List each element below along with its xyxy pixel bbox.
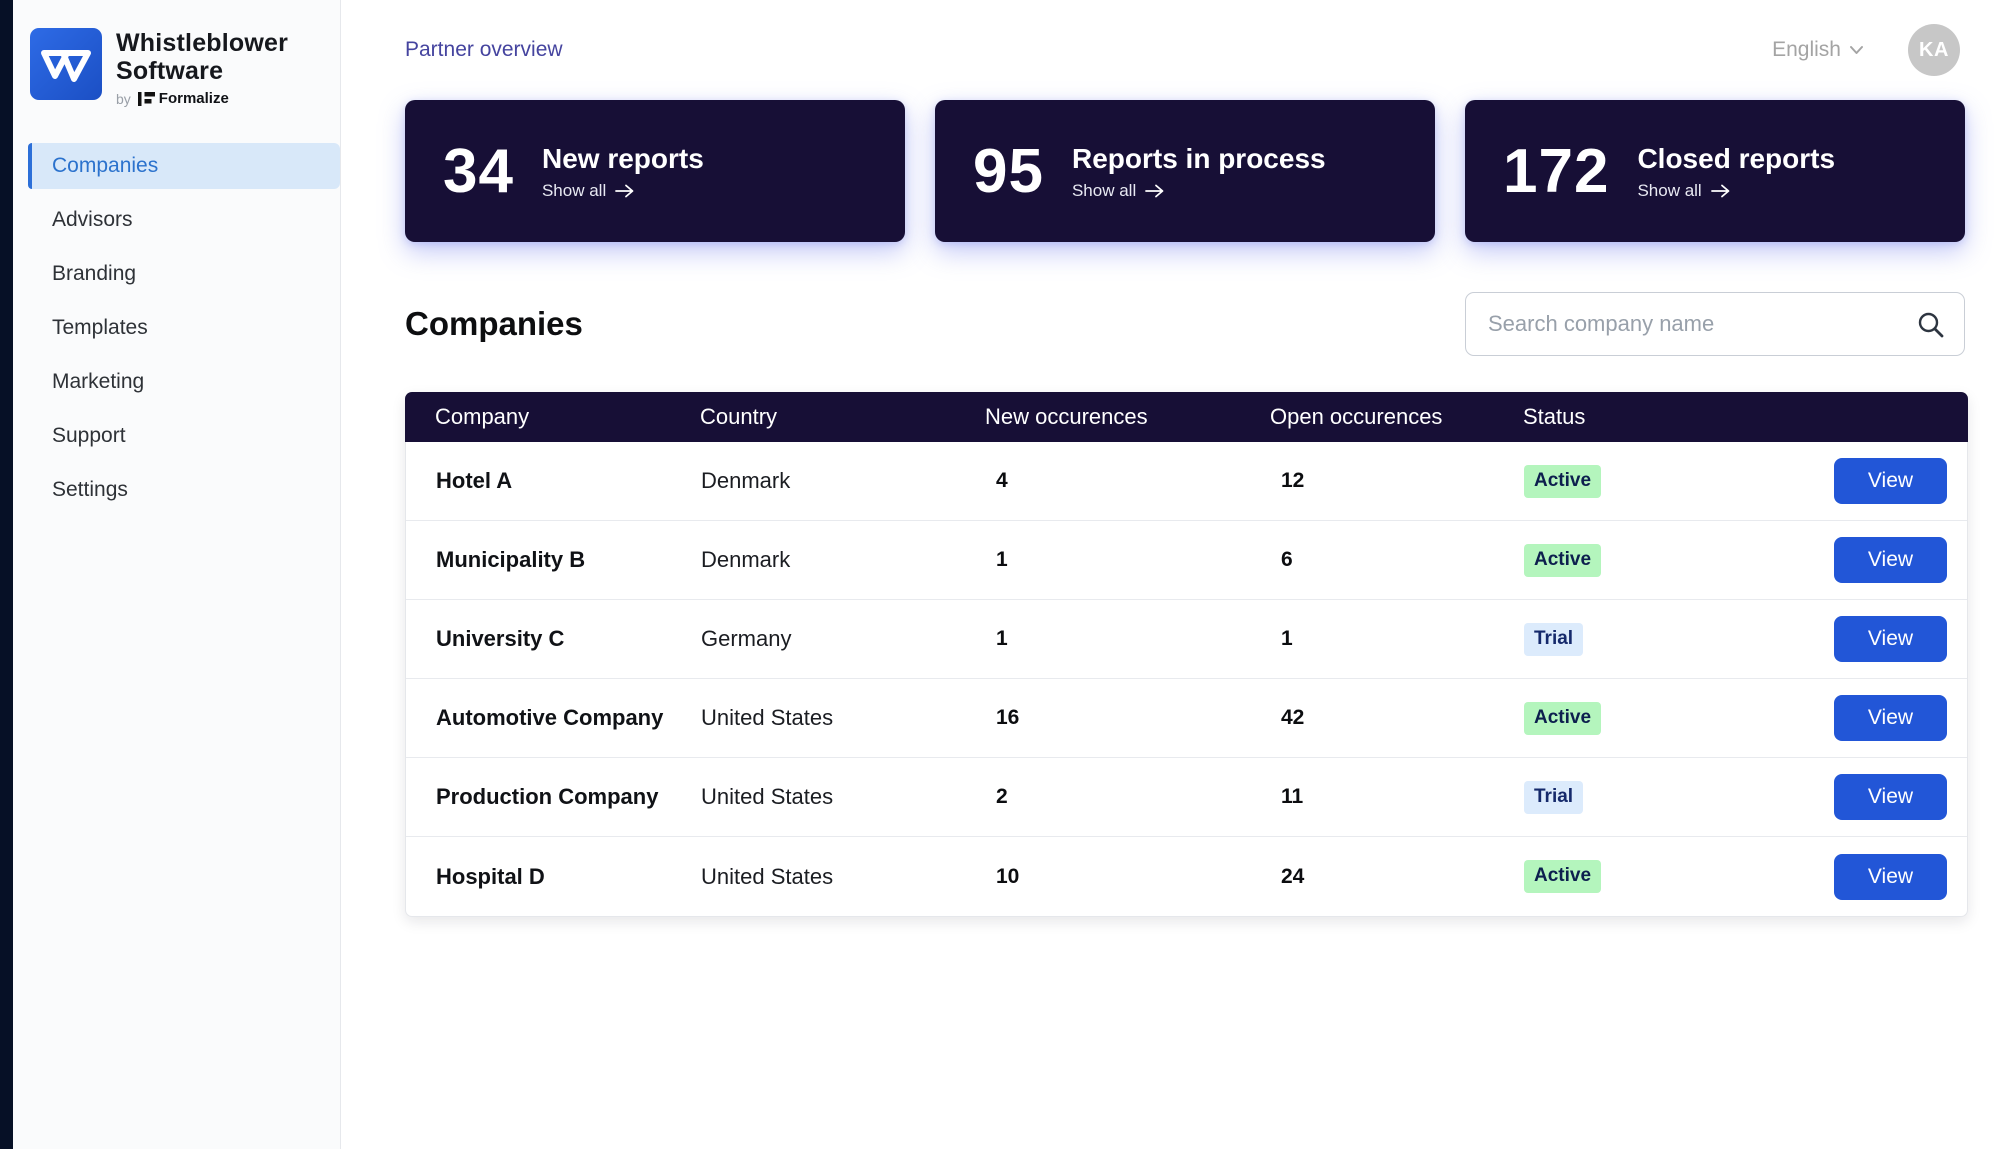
sidebar-item-templates[interactable]: Templates [28,305,340,351]
brand-name: Whistleblower Software [116,29,289,85]
table-row: Automotive Company United States 16 42 A… [406,679,1967,758]
status-badge: Active [1524,860,1602,893]
stat-value: 172 [1503,136,1610,206]
new-occurences-count: 2 [996,785,1008,808]
language-selector[interactable]: English [1772,38,1864,62]
sidebar-item-support[interactable]: Support [28,413,340,459]
stat-cards: 34 New reports Show all 95 Reports in pr… [405,100,1965,242]
company-country: Germany [701,626,792,651]
column-header-new-occurences: New occurences [985,404,1148,429]
main-content: Partner overview English KA 34 New repor… [341,0,2000,1149]
search-icon[interactable] [1917,311,1944,338]
arrow-right-icon [1145,184,1164,198]
table-row: University C Germany 1 1 Trial View [406,600,1967,679]
new-occurences-count: 4 [996,469,1008,492]
arrow-right-icon [1710,184,1730,198]
show-all-link[interactable]: Show all [1072,181,1326,201]
open-occurences-count: 42 [1281,706,1305,729]
open-occurences-count: 24 [1281,864,1305,888]
company-country: Denmark [701,547,791,572]
view-button[interactable]: View [1834,616,1947,662]
status-badge: Trial [1524,780,1584,814]
table-header: Company Country New occurences Open occu… [405,392,1968,442]
status-badge: Active [1524,464,1602,498]
new-occurences-count: 16 [996,706,1020,729]
open-occurences-count: 11 [1281,785,1304,808]
sidebar-item-marketing[interactable]: Marketing [28,359,340,405]
stat-value: 95 [973,136,1044,206]
company-name: Production Company [436,784,659,809]
stat-card-reports-in-process[interactable]: 95 Reports in process Show all [935,100,1435,242]
company-country: United States [701,784,834,809]
company-name: Municipality B [436,547,586,572]
left-edge-strip [0,0,13,1149]
company-country: United States [701,863,834,889]
breadcrumb[interactable]: Partner overview [405,38,563,62]
open-occurences-count: 6 [1281,548,1293,571]
stat-value: 34 [443,136,514,206]
view-button[interactable]: View [1834,695,1947,741]
sidebar-item-settings[interactable]: Settings [28,467,340,513]
company-name: University C [436,626,565,651]
stat-label: Reports in process [1071,143,1326,174]
stat-label: Closed reports [1637,143,1836,174]
sidebar-item-branding[interactable]: Branding [28,251,340,297]
open-occurences-count: 12 [1281,469,1305,492]
app-window: Whistleblower Software by Formalize Comp… [0,0,2000,1149]
language-label: English [1772,38,1841,61]
stat-card-new-reports[interactable]: 34 New reports Show all [405,100,905,242]
new-occurences-count: 1 [996,627,1008,650]
view-button[interactable]: View [1834,774,1947,820]
company-name: Automotive Company [436,705,664,730]
brand-byline-prefix: by [116,90,131,107]
new-occurences-count: 10 [996,864,1020,888]
whistleblower-logo-icon [30,28,102,100]
sidebar-item-companies[interactable]: Companies [28,143,340,189]
view-button[interactable]: View [1834,537,1947,583]
view-button[interactable]: View [1834,458,1947,504]
sidebar-item-advisors[interactable]: Advisors [28,197,340,243]
column-header-open-occurences: Open occurences [1270,404,1443,429]
sidebar: Whistleblower Software by Formalize Comp… [13,0,341,1149]
column-header-company: Company [435,404,530,429]
arrow-right-icon [615,184,634,198]
column-header-status: Status [1523,404,1586,429]
table-row: Hotel A Denmark 4 12 Active View [406,442,1967,521]
avatar[interactable]: KA [1908,24,1960,76]
formalize-icon [137,91,155,106]
table-row: Municipality B Denmark 1 6 Active View [406,521,1967,600]
show-all-link[interactable]: Show all [542,181,704,201]
page-title: Companies [405,305,583,342]
show-all-link[interactable]: Show all [1637,181,1835,201]
table-row: Hospital D United States 10 24 Active Vi… [406,837,1967,916]
stat-card-closed-reports[interactable]: 172 Closed reports Show all [1465,100,1965,242]
status-badge: Trial [1524,622,1584,656]
formalize-wordmark: Formalize [137,90,229,107]
company-country: Denmark [701,468,791,493]
column-header-country: Country [700,404,778,429]
search-input[interactable] [1488,311,1917,337]
company-name: Hospital D [436,863,545,889]
stat-label: New reports [541,143,704,174]
companies-table: Company Country New occurences Open occu… [405,392,1968,917]
company-country: United States [701,705,834,730]
view-button[interactable]: View [1834,853,1947,900]
company-search [1465,292,1965,356]
chevron-down-icon [1850,46,1863,54]
table-row: Production Company United States 2 11 Tr… [406,758,1967,837]
company-name: Hotel A [436,468,513,493]
status-badge: Active [1524,701,1602,735]
companies-section-header: Companies [405,292,1965,356]
sidebar-nav: Companies Advisors Branding Templates Ma… [13,143,340,513]
status-badge: Active [1524,543,1602,577]
topbar: Partner overview English KA [405,0,1968,100]
open-occurences-count: 1 [1281,627,1293,650]
new-occurences-count: 1 [996,548,1008,571]
brand-logo: Whistleblower Software by Formalize [13,0,340,141]
